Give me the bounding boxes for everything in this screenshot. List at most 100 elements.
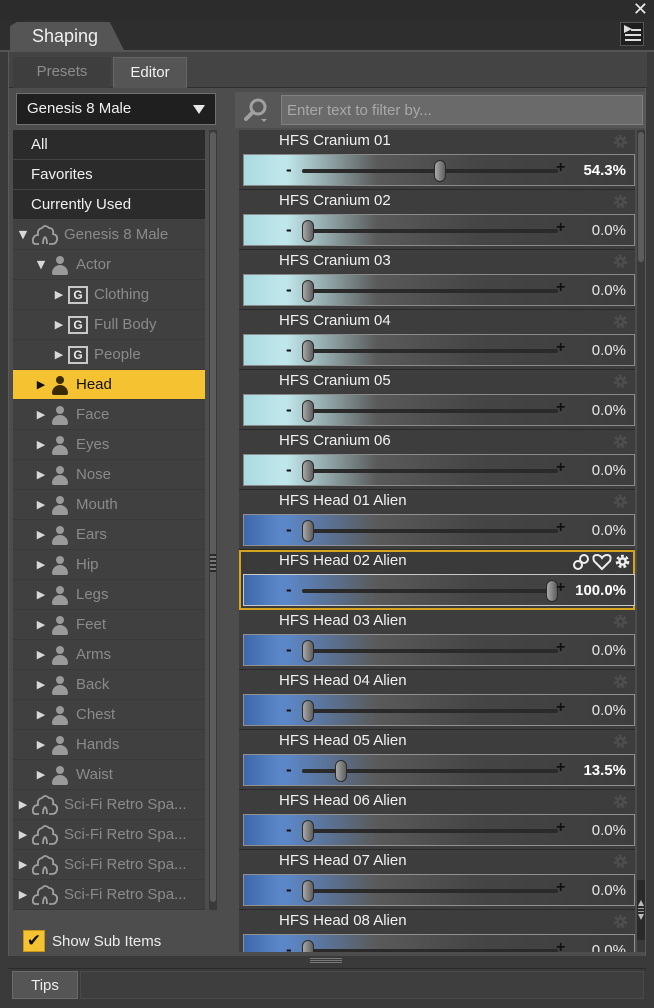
collapsed-arrow-icon[interactable]: ▶ (35, 738, 47, 751)
collapsed-arrow-icon[interactable]: ▶ (35, 528, 47, 541)
slider-knob[interactable] (302, 820, 314, 842)
slider-knob[interactable] (434, 160, 447, 182)
increment-icon[interactable]: + (556, 459, 565, 477)
property-value[interactable]: 100.0% (575, 582, 626, 599)
slider-track[interactable] (302, 589, 558, 593)
collapsed-arrow-icon[interactable]: ▶ (35, 438, 47, 451)
category-item[interactable]: ▶ Chest (13, 700, 205, 730)
category-item[interactable]: ▼ Genesis 8 Male (13, 220, 205, 250)
slider-knob[interactable] (302, 880, 314, 902)
property-value[interactable]: 0.0% (592, 882, 626, 899)
slider-track[interactable] (302, 469, 558, 473)
property-value[interactable]: 13.5% (583, 762, 626, 779)
collapsed-arrow-icon[interactable]: ▶ (35, 378, 47, 391)
slider-track[interactable] (302, 349, 558, 353)
tab-shaping[interactable]: Shaping (10, 22, 126, 54)
category-item[interactable]: ▶ Hip (13, 550, 205, 580)
collapsed-arrow-icon[interactable]: ▶ (53, 288, 65, 301)
category-item[interactable]: ▶ Waist (13, 760, 205, 790)
scrollbar-thumb[interactable] (638, 132, 644, 262)
expanded-arrow-icon[interactable]: ▼ (35, 258, 47, 271)
collapsed-arrow-icon[interactable]: ▶ (35, 618, 47, 631)
category-item[interactable]: ▶ Nose (13, 460, 205, 490)
category-item-selected[interactable]: ▶ Head (13, 370, 205, 400)
property-value[interactable]: 0.0% (592, 822, 626, 839)
gear-icon[interactable] (612, 613, 629, 630)
slider-track[interactable] (302, 289, 558, 293)
decrement-icon[interactable]: - (286, 520, 292, 540)
property-value[interactable]: 0.0% (592, 642, 626, 659)
slider-knob[interactable] (302, 940, 314, 952)
gear-icon[interactable] (612, 433, 629, 450)
slider-knob[interactable] (302, 640, 314, 662)
decrement-icon[interactable]: - (286, 640, 292, 660)
decrement-icon[interactable]: - (286, 760, 292, 780)
collapsed-arrow-icon[interactable]: ▶ (53, 318, 65, 331)
category-item[interactable]: ▶ Sci-Fi Retro Spa... (13, 850, 205, 880)
property-slider[interactable]: - +100.0% (243, 574, 635, 606)
collapsed-arrow-icon[interactable]: ▶ (35, 468, 47, 481)
decrement-icon[interactable]: - (286, 340, 292, 360)
gear-icon[interactable] (612, 373, 629, 390)
collapsed-arrow-icon[interactable]: ▶ (17, 888, 29, 901)
property-value[interactable]: 0.0% (592, 942, 626, 952)
increment-icon[interactable]: + (556, 639, 565, 657)
category-scrollbar[interactable] (209, 130, 217, 910)
increment-icon[interactable]: + (556, 159, 565, 177)
category-item[interactable]: ▶ G Clothing (13, 280, 205, 310)
filter-input[interactable] (281, 95, 643, 125)
property-slider[interactable]: - +0.0% (243, 814, 635, 846)
property-slider[interactable]: - +0.0% (243, 334, 635, 366)
collapsed-arrow-icon[interactable]: ▶ (35, 678, 47, 691)
property-value[interactable]: 0.0% (592, 342, 626, 359)
gear-icon[interactable] (612, 493, 629, 510)
collapsed-arrow-icon[interactable]: ▶ (35, 498, 47, 511)
slider-track[interactable] (302, 649, 558, 653)
property-slider[interactable]: - +13.5% (243, 754, 635, 786)
gear-icon[interactable] (612, 913, 629, 930)
increment-icon[interactable]: + (556, 879, 565, 897)
category-item[interactable]: ▶ Feet (13, 610, 205, 640)
property-value[interactable]: 0.0% (592, 462, 626, 479)
close-icon[interactable]: ✕ (633, 1, 648, 19)
property-slider[interactable]: - +0.0% (243, 514, 635, 546)
category-item[interactable]: ▶ Sci-Fi Retro Spa... (13, 790, 205, 820)
category-item[interactable]: ▶ Face (13, 400, 205, 430)
slider-track[interactable] (302, 229, 558, 233)
category-item[interactable]: ▼ Actor (13, 250, 205, 280)
collapsed-arrow-icon[interactable]: ▶ (35, 558, 47, 571)
property-slider[interactable]: - +0.0% (243, 214, 635, 246)
scroll-arrows-icon[interactable] (637, 880, 645, 940)
gear-icon[interactable] (612, 253, 629, 270)
category-tree[interactable]: All Favorites Currently Used ▼ Genesis 8 Mal… (13, 130, 205, 910)
gear-icon[interactable] (614, 553, 631, 574)
decrement-icon[interactable]: - (286, 160, 292, 180)
slider-knob[interactable] (302, 700, 314, 722)
property-value[interactable]: 0.0% (592, 522, 626, 539)
collapsed-arrow-icon[interactable]: ▶ (35, 588, 47, 601)
slider-track[interactable] (302, 829, 558, 833)
collapsed-arrow-icon[interactable]: ▶ (17, 858, 29, 871)
category-item[interactable]: ▶ G People (13, 340, 205, 370)
slider-track[interactable] (302, 169, 558, 173)
slider-knob[interactable] (302, 340, 314, 362)
scrollbar-thumb[interactable] (210, 132, 216, 902)
slider-track[interactable] (302, 709, 558, 713)
category-item[interactable]: ▶ Mouth (13, 490, 205, 520)
slider-knob[interactable] (302, 460, 314, 482)
category-currently-used[interactable]: Currently Used (13, 190, 205, 220)
collapsed-arrow-icon[interactable]: ▶ (35, 768, 47, 781)
property-slider[interactable]: - +0.0% (243, 394, 635, 426)
increment-icon[interactable]: + (556, 699, 565, 717)
increment-icon[interactable]: + (556, 339, 565, 357)
property-value[interactable]: 0.0% (592, 222, 626, 239)
property-slider[interactable]: - +0.0% (243, 454, 635, 486)
increment-icon[interactable]: + (556, 579, 565, 597)
decrement-icon[interactable]: - (286, 700, 292, 720)
tab-editor[interactable]: Editor (113, 57, 187, 88)
property-scrollbar[interactable] (637, 130, 645, 952)
increment-icon[interactable]: + (556, 759, 565, 777)
property-value[interactable]: 0.0% (592, 402, 626, 419)
category-item[interactable]: ▶ Arms (13, 640, 205, 670)
decrement-icon[interactable]: - (286, 460, 292, 480)
